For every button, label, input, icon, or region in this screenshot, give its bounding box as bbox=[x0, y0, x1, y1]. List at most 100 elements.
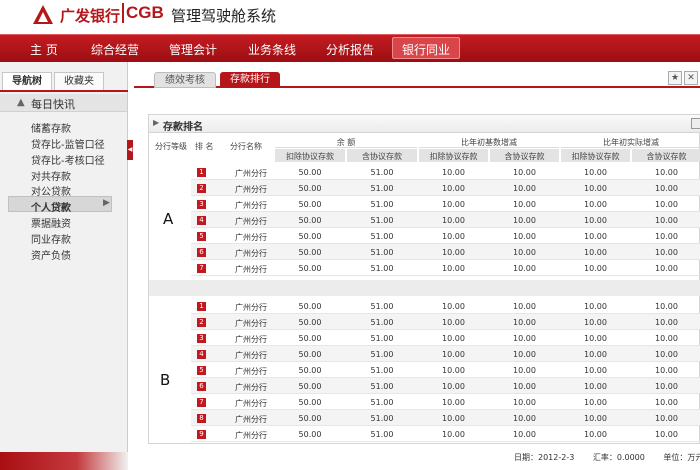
value-cell: 10.00 bbox=[442, 350, 465, 359]
menu-item-public-deposit[interactable]: 对共存款 bbox=[31, 168, 71, 183]
table-row[interactable]: 1 广州分行 50.00 51.00 10.00 10.00 10.00 10.00 bbox=[191, 164, 700, 180]
close-icon[interactable]: ✕ bbox=[684, 71, 698, 85]
collapse-sidebar-button[interactable]: ◀ bbox=[127, 140, 133, 160]
value-cell: 10.00 bbox=[584, 216, 607, 225]
value-cell: 10.00 bbox=[655, 366, 678, 375]
rank-badge: 7 bbox=[197, 398, 206, 407]
branch-name-cell: 广州分行 bbox=[235, 201, 267, 210]
rank-badge: 1 bbox=[197, 302, 206, 311]
daily-news-header[interactable]: ▲ 每日快讯 bbox=[0, 94, 127, 112]
value-cell: 10.00 bbox=[513, 168, 536, 177]
nav-item-accounting[interactable]: 管理会计 bbox=[169, 41, 217, 58]
table-row[interactable]: 3 广州分行 50.00 51.00 10.00 10.00 10.00 10.00 bbox=[191, 330, 700, 346]
table-row[interactable]: 5 广州分行 50.00 51.00 10.00 10.00 10.00 10.00 bbox=[191, 228, 700, 244]
footer-rate: 汇率：0.0000 bbox=[592, 453, 645, 462]
table-row[interactable]: 3 广州分行 50.00 51.00 10.00 10.00 10.00 10.00 bbox=[191, 196, 700, 212]
rank-badge: 8 bbox=[197, 414, 206, 423]
rank-badge: 5 bbox=[197, 232, 206, 241]
branch-name-cell: 广州分行 bbox=[235, 265, 267, 274]
bank-name-cn: 广发银行 bbox=[60, 7, 121, 25]
value-cell: 10.00 bbox=[655, 200, 678, 209]
rank-badge: 2 bbox=[197, 184, 206, 193]
nav-item-business-lines[interactable]: 业务条线 bbox=[248, 41, 296, 58]
star-icon[interactable]: ★ bbox=[668, 71, 682, 85]
value-cell: 10.00 bbox=[442, 334, 465, 343]
value-cell: 10.00 bbox=[655, 334, 678, 343]
group-header-vs-actual: 比年初实际增减 bbox=[561, 135, 700, 148]
panel-menu-button[interactable] bbox=[691, 118, 700, 129]
table-row[interactable]: 4 广州分行 50.00 51.00 10.00 10.00 10.00 10.00 bbox=[191, 346, 700, 362]
nav-item-analysis-report[interactable]: 分析报告 bbox=[326, 41, 374, 58]
table-row[interactable]: 1 广州分行 50.00 51.00 10.00 10.00 10.00 10.00 bbox=[191, 298, 700, 314]
branch-name-cell: 广州分行 bbox=[235, 415, 267, 424]
value-cell: 10.00 bbox=[442, 302, 465, 311]
left-sidebar: 导航树 收藏夹 ▲ 每日快讯 ▶ 储蓄存款 贷存比-监管口径 贷存比-考核口径 … bbox=[0, 62, 128, 470]
value-cell: 10.00 bbox=[655, 168, 678, 177]
nav-item-home[interactable]: 主 页 bbox=[30, 41, 58, 58]
tab-deposit-ranking[interactable]: 存款排行 bbox=[220, 72, 280, 88]
value-cell: 51.00 bbox=[370, 184, 394, 193]
rank-badge: 3 bbox=[197, 200, 206, 209]
value-cell: 10.00 bbox=[442, 398, 465, 407]
menu-item-ldr-regulatory[interactable]: 贷存比-监管口径 bbox=[31, 136, 105, 151]
branch-name-cell: 广州分行 bbox=[235, 351, 267, 360]
table-row[interactable]: 2 广州分行 50.00 51.00 10.00 10.00 10.00 10.00 bbox=[191, 180, 700, 196]
menu-item-corporate-loan[interactable]: 对公贷款 bbox=[31, 183, 71, 198]
branch-name-cell: 广州分行 bbox=[235, 169, 267, 178]
nav-item-operations[interactable]: 综合经营 bbox=[91, 41, 139, 58]
value-cell: 10.00 bbox=[655, 232, 678, 241]
table-row[interactable]: 4 广州分行 50.00 51.00 10.00 10.00 10.00 10.00 bbox=[191, 212, 700, 228]
value-cell: 51.00 bbox=[370, 366, 394, 375]
value-cell: 10.00 bbox=[655, 318, 678, 327]
value-cell: 50.00 bbox=[298, 248, 322, 257]
table-row[interactable]: 6 广州分行 50.00 51.00 10.00 10.00 10.00 10.00 bbox=[191, 378, 700, 394]
table-row[interactable]: 6 广州分行 50.00 51.00 10.00 10.00 10.00 10.00 bbox=[191, 244, 700, 260]
value-cell: 10.00 bbox=[513, 264, 536, 273]
menu-item-savings[interactable]: 储蓄存款 bbox=[31, 120, 71, 135]
header: 广发银行 CGB 管理驾驶舱系统 bbox=[0, 0, 700, 34]
value-cell: 51.00 bbox=[370, 216, 394, 225]
branch-name-cell: 广州分行 bbox=[235, 319, 267, 328]
rank-badge: 6 bbox=[197, 248, 206, 257]
value-cell: 10.00 bbox=[655, 398, 678, 407]
menu-item-interbank-deposit[interactable]: 同业存款 bbox=[31, 231, 71, 246]
group-label-a: A bbox=[163, 210, 174, 228]
group-header-balance: 余 额 bbox=[275, 135, 417, 148]
value-cell: 10.00 bbox=[655, 184, 678, 193]
value-cell: 10.00 bbox=[584, 168, 607, 177]
content-tabs: 绩效考核 存款排行 bbox=[134, 72, 700, 88]
value-cell: 10.00 bbox=[584, 184, 607, 193]
group-header-vs-base: 比年初基数增减 bbox=[419, 135, 559, 148]
sub-header-cell: 含协议存款 bbox=[347, 149, 417, 162]
value-cell: 51.00 bbox=[370, 398, 394, 407]
tab-favorites[interactable]: 收藏夹 bbox=[54, 72, 104, 90]
value-cell: 10.00 bbox=[584, 350, 607, 359]
app-window: 广发银行 CGB 管理驾驶舱系统 主 页 综合经营 管理会计 业务条线 分析报告… bbox=[0, 0, 700, 470]
value-cell: 51.00 bbox=[370, 302, 394, 311]
value-cell: 50.00 bbox=[298, 366, 322, 375]
value-cell: 10.00 bbox=[442, 430, 465, 439]
branch-name-cell: 广州分行 bbox=[235, 217, 267, 226]
value-cell: 10.00 bbox=[513, 334, 536, 343]
branch-name-cell: 广州分行 bbox=[235, 399, 267, 408]
tab-performance[interactable]: 绩效考核 bbox=[154, 72, 216, 88]
bank-name-en: CGB bbox=[126, 3, 164, 22]
value-cell: 10.00 bbox=[513, 366, 536, 375]
table-row[interactable]: 9 广州分行 50.00 51.00 10.00 10.00 10.00 10.00 bbox=[191, 426, 700, 442]
table-row[interactable]: 8 广州分行 50.00 51.00 10.00 10.00 10.00 10.00 bbox=[191, 410, 700, 426]
nav-item-interbank[interactable]: 银行同业 bbox=[402, 41, 450, 58]
menu-item-ldr-assessment[interactable]: 贷存比-考核口径 bbox=[31, 152, 105, 167]
logo-divider bbox=[122, 3, 124, 23]
value-cell: 50.00 bbox=[298, 232, 322, 241]
menu-item-assets-liabilities[interactable]: 资产负债 bbox=[31, 247, 71, 262]
table-row[interactable]: 2 广州分行 50.00 51.00 10.00 10.00 10.00 10.00 bbox=[191, 314, 700, 330]
menu-item-personal-loan[interactable]: 个人贷款 bbox=[31, 199, 71, 214]
menu-item-bill-financing[interactable]: 票据融资 bbox=[31, 215, 71, 230]
table-row[interactable]: 7 广州分行 50.00 51.00 10.00 10.00 10.00 10.00 bbox=[191, 394, 700, 410]
tab-nav-tree[interactable]: 导航树 bbox=[2, 72, 52, 90]
rank-badge: 5 bbox=[197, 366, 206, 375]
table-row[interactable]: 5 广州分行 50.00 51.00 10.00 10.00 10.00 10.00 bbox=[191, 362, 700, 378]
expand-arrow-icon[interactable]: ▶ bbox=[153, 118, 159, 127]
table-row[interactable]: 7 广州分行 50.00 51.00 10.00 10.00 10.00 10.00 bbox=[191, 260, 700, 276]
value-cell: 10.00 bbox=[442, 414, 465, 423]
